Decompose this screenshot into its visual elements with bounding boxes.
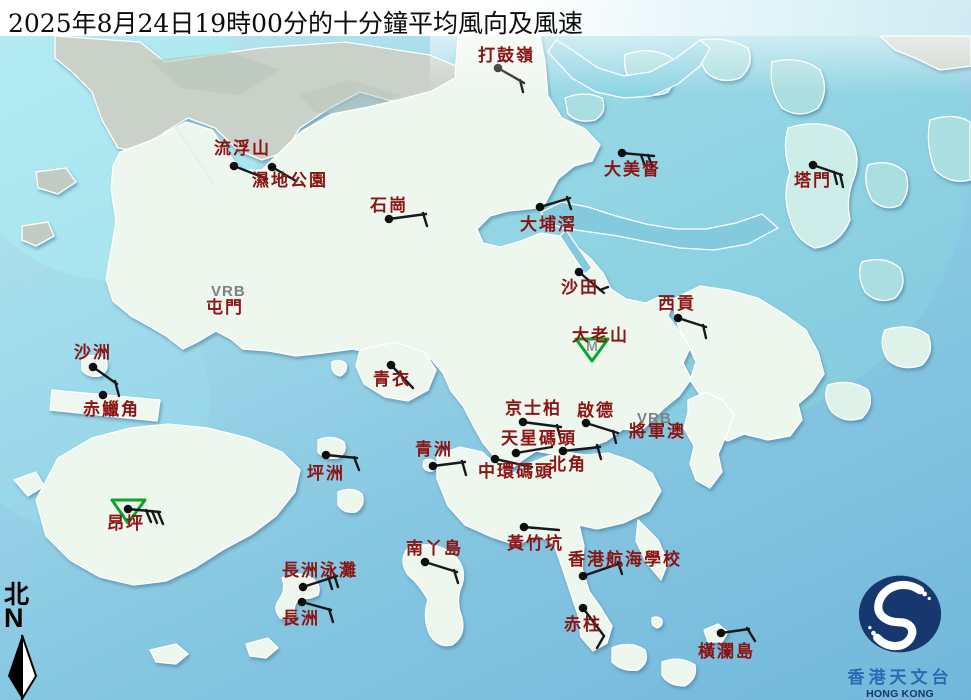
hko-logo-icon [854, 572, 946, 656]
station-dot-ta-kwu-ling [494, 64, 503, 73]
hko-logo: 香港天文台 HONG KONG OBSERVATORY [826, 572, 971, 700]
land-hk-island [437, 447, 661, 651]
station-dot-tai-mei-tuk [618, 149, 627, 158]
station-dot-wong-chuk-hang [520, 523, 529, 532]
hko-logo-cn: 香港天文台 [826, 663, 971, 688]
station-dot-lamma-island [421, 558, 430, 567]
land-lantau [36, 424, 300, 585]
station-dot-stanley [579, 604, 588, 613]
map-title: 2025年8月24日19時00分的十分鐘平均風向及風速 [8, 4, 583, 40]
wind-barb-cheung-chau [302, 602, 331, 610]
station-dot-peng-chau [322, 451, 331, 460]
station-dot-waglan-island [717, 629, 726, 638]
station-dot-tsing-yi [387, 361, 396, 370]
station-dot-sai-kung [674, 314, 683, 323]
station-dot-sha-tin [575, 268, 584, 277]
station-dot-tap-mun [809, 161, 818, 170]
north-arrow [4, 632, 40, 700]
station-dot-lau-fau-shan [230, 162, 239, 171]
station-dot-wetland-park [268, 163, 277, 172]
station-dot-shek-kong [385, 215, 394, 224]
wind-map: 2025年8月24日19時00分的十分鐘平均風向及風速 打鼓嶺流浮山濕地公園石崗… [0, 0, 971, 700]
station-dot-star-ferry [512, 449, 521, 458]
station-dot-kings-park [519, 418, 528, 427]
north-indicator: 北 N [4, 582, 48, 700]
hko-logo-en: HONG KONG OBSERVATORY [826, 688, 971, 700]
wind-barb-waglan-island [747, 628, 755, 641]
north-letter: N [4, 606, 48, 630]
station-dot-tai-po-kau [536, 203, 545, 212]
station-dot-hk-sea-school [579, 572, 588, 581]
station-dot-sha-chau [89, 363, 98, 372]
land-lamma [403, 545, 464, 646]
station-dot-central-pier [491, 455, 500, 464]
station-dot-chek-lap-kok [99, 391, 108, 400]
station-dot-ngong-ping [124, 505, 133, 514]
station-dot-cheung-chau-beach [299, 583, 308, 592]
wind-barb-hk-sea-school [583, 563, 621, 576]
station-dot-kai-tak [582, 419, 591, 428]
station-dot-green-island [429, 462, 438, 471]
station-dot-cheung-chau [298, 598, 307, 607]
land-cheung-chau [276, 574, 319, 619]
station-dot-north-point [559, 447, 568, 456]
